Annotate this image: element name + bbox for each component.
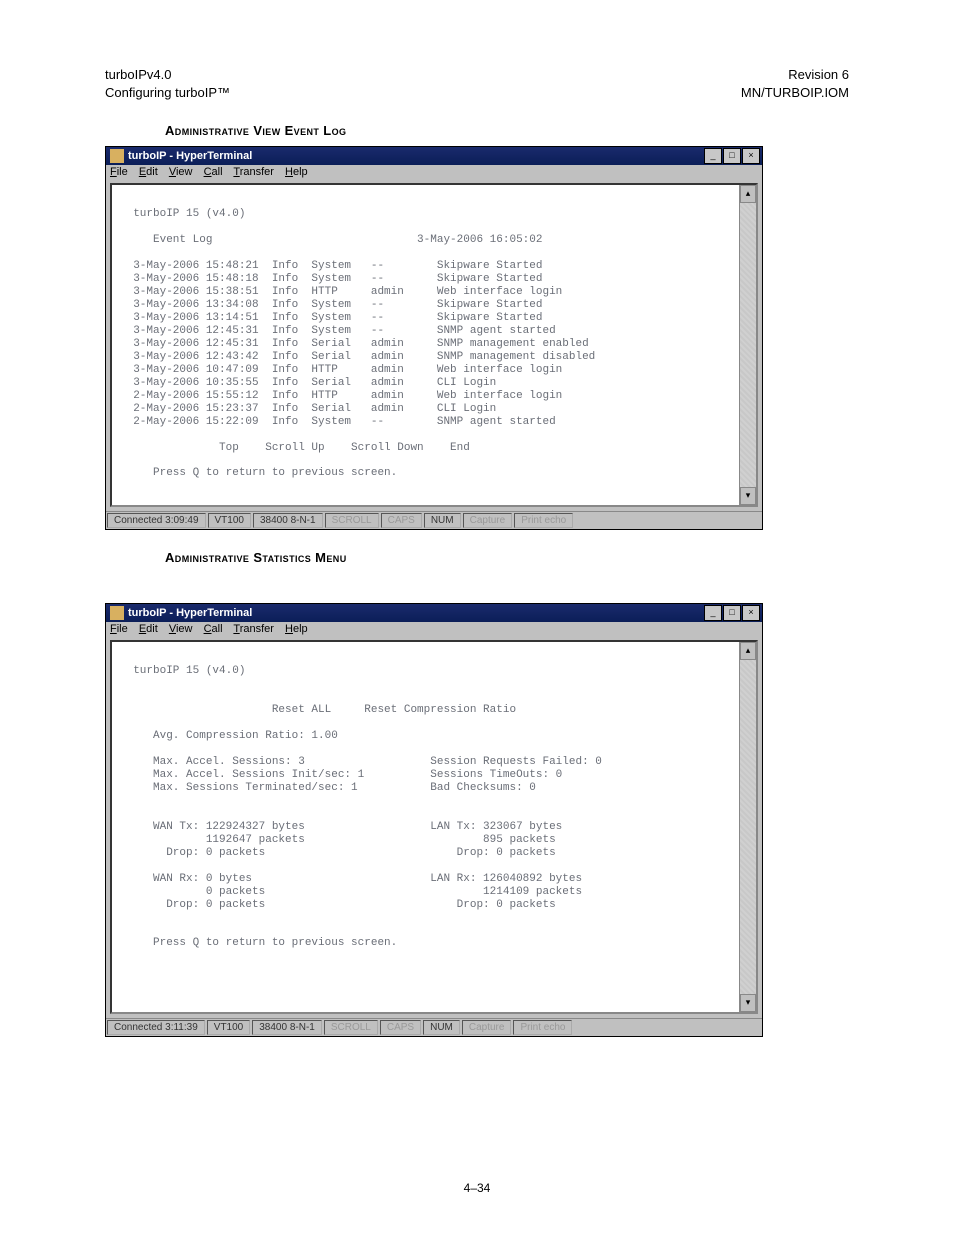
menu-file[interactable]: File [110,166,128,178]
status-scroll: SCROLL [324,1020,378,1035]
status-emulation: VT100 [208,513,251,528]
hyperterminal-window-eventlog: turboIP - HyperTerminal _ □ × File Edit … [105,146,763,530]
status-capture: Capture [462,1020,512,1035]
titlebar: turboIP - HyperTerminal _ □ × [106,604,762,622]
status-emulation: VT100 [207,1020,250,1035]
menu-help[interactable]: Help [285,623,308,635]
status-scroll: SCROLL [325,513,379,528]
page-header: turboIPv4.0 Configuring turboIP™ Revisio… [105,66,849,101]
app-icon [110,606,124,620]
hyperterminal-window-stats: turboIP - HyperTerminal _ □ × File Edit … [105,603,763,1037]
status-caps: CAPS [380,1020,421,1035]
statusbar: Connected 3:09:49 VT100 38400 8-N-1 SCRO… [106,511,762,529]
status-caps: CAPS [381,513,422,528]
menu-call[interactable]: Call [204,623,223,635]
status-connected: Connected 3:09:49 [107,513,206,528]
menu-transfer[interactable]: Transfer [233,166,274,178]
app-icon [110,149,124,163]
scroll-up-icon[interactable]: ▴ [740,185,756,203]
menu-transfer[interactable]: Transfer [233,623,274,635]
window-title: turboIP - HyperTerminal [128,607,704,619]
hdr-left-2: Configuring turboIP™ [105,84,230,102]
close-button[interactable]: × [742,605,760,621]
status-config: 38400 8-N-1 [253,513,323,528]
status-num: NUM [423,1020,460,1035]
status-capture: Capture [463,513,513,528]
status-connected: Connected 3:11:39 [107,1020,205,1035]
close-button[interactable]: × [742,148,760,164]
menu-view[interactable]: View [169,623,193,635]
scrollbar[interactable]: ▴ ▾ [739,642,756,1012]
window-title: turboIP - HyperTerminal [128,150,704,162]
status-printecho: Print echo [513,1020,572,1035]
terminal-eventlog[interactable]: turboIP 15 (v4.0) Event Log 3-May-2006 1… [112,185,739,505]
caption-event-log: Administrative View Event Log [165,123,849,138]
scroll-track[interactable] [740,660,756,994]
page-number: 4–34 [0,1181,954,1195]
menu-help[interactable]: Help [285,166,308,178]
statusbar: Connected 3:11:39 VT100 38400 8-N-1 SCRO… [106,1018,762,1036]
menu-edit[interactable]: Edit [139,623,158,635]
maximize-button[interactable]: □ [723,148,741,164]
scroll-down-icon[interactable]: ▾ [740,994,756,1012]
menu-view[interactable]: View [169,166,193,178]
scrollbar[interactable]: ▴ ▾ [739,185,756,505]
minimize-button[interactable]: _ [704,605,722,621]
hdr-left-1: turboIPv4.0 [105,66,230,84]
caption-statistics: Administrative Statistics Menu [165,550,849,565]
scroll-track[interactable] [740,203,756,487]
maximize-button[interactable]: □ [723,605,741,621]
menubar: File Edit View Call Transfer Help [106,622,762,636]
menu-call[interactable]: Call [204,166,223,178]
menubar: File Edit View Call Transfer Help [106,165,762,179]
status-config: 38400 8-N-1 [252,1020,322,1035]
titlebar: turboIP - HyperTerminal _ □ × [106,147,762,165]
scroll-down-icon[interactable]: ▾ [740,487,756,505]
status-printecho: Print echo [514,513,573,528]
status-num: NUM [424,513,461,528]
hdr-right-1: Revision 6 [741,66,849,84]
scroll-up-icon[interactable]: ▴ [740,642,756,660]
hdr-right-2: MN/TURBOIP.IOM [741,84,849,102]
menu-file[interactable]: File [110,623,128,635]
terminal-stats[interactable]: turboIP 15 (v4.0) Reset ALL Reset Compre… [112,642,739,1012]
minimize-button[interactable]: _ [704,148,722,164]
menu-edit[interactable]: Edit [139,166,158,178]
